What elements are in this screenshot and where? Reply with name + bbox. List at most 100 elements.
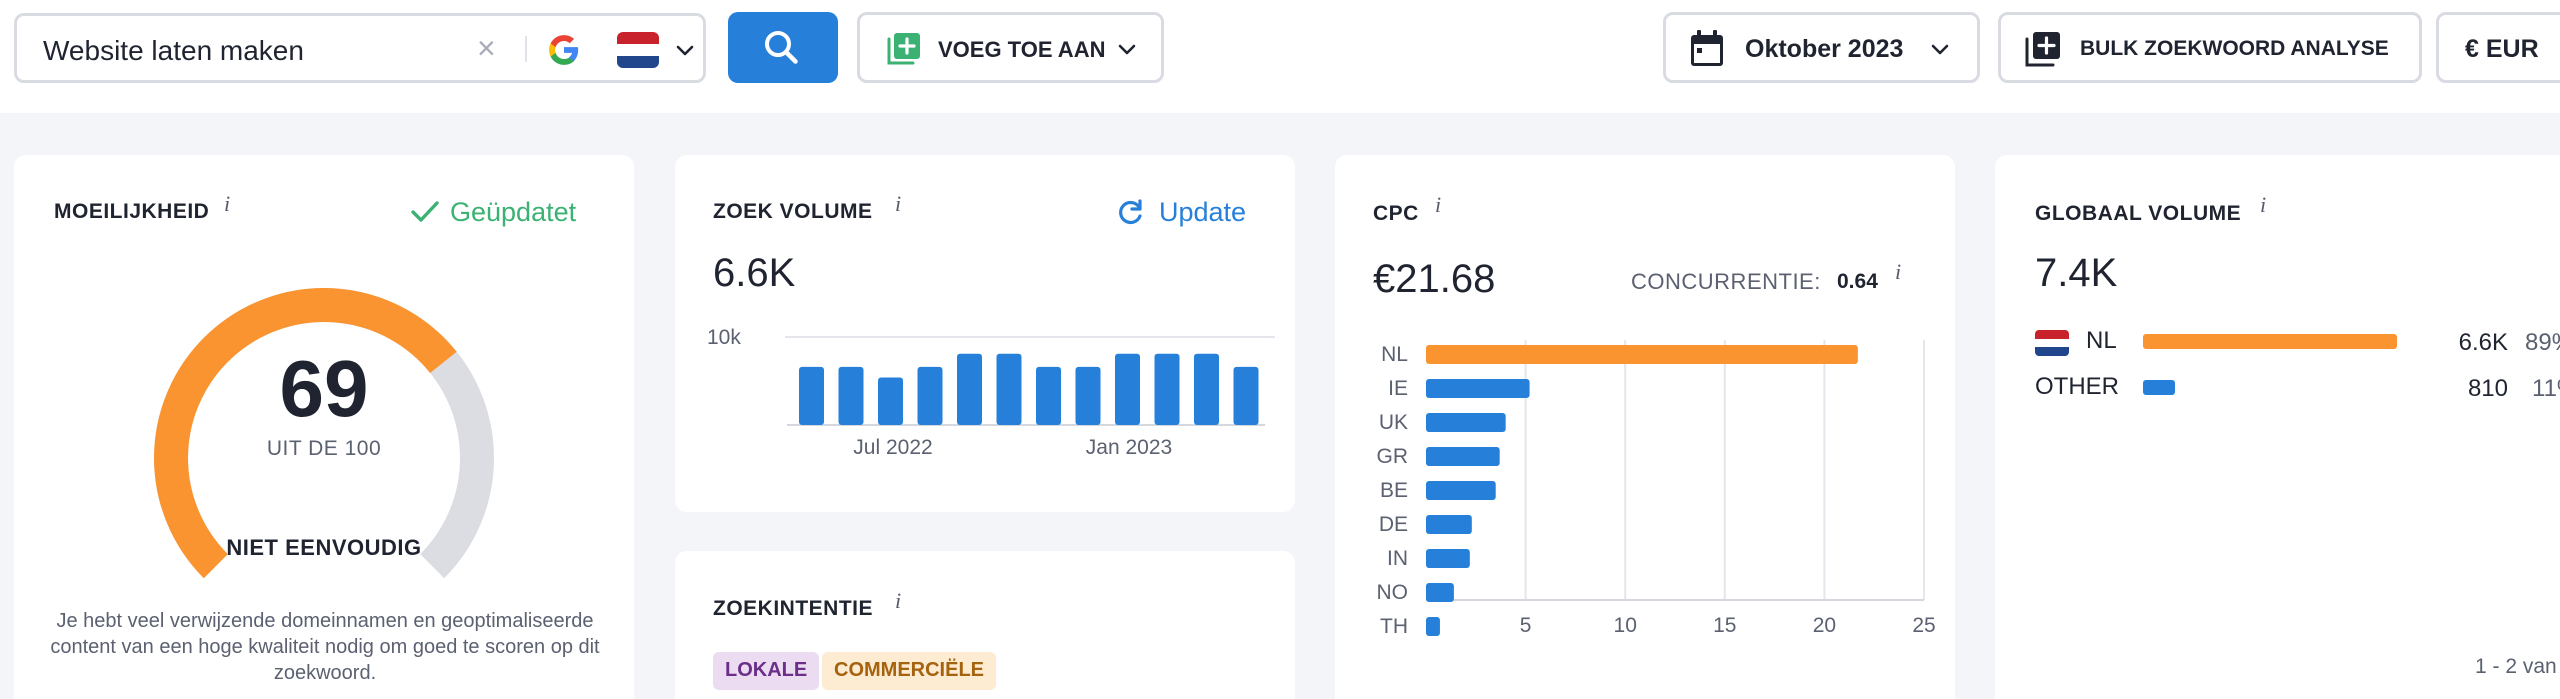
date-selector-button[interactable]: Oktober 2023 — [1663, 12, 1980, 83]
x-tick-label: 20 — [1813, 614, 1836, 637]
info-icon[interactable]: i — [1895, 259, 1901, 285]
y-tick-label: NL — [1381, 343, 1408, 366]
global-volume-bar — [2143, 334, 2397, 349]
search-volume-bar[interactable] — [1115, 353, 1140, 425]
difficulty-rating: NIET EENVOUDIG — [226, 535, 422, 560]
search-volume-bar[interactable] — [1233, 366, 1259, 425]
cpc-card: CPC i €21.68 CONCURRENTIE: 0.64 i NL IE UK… — [1335, 155, 1955, 699]
intent-badge-commercial: COMMERCIËLE — [822, 652, 996, 690]
info-icon[interactable]: i — [2260, 192, 2266, 218]
cpc-bar[interactable] — [1426, 583, 1454, 602]
y-tick-label: NO — [1377, 581, 1409, 604]
cpc-bar[interactable] — [1426, 413, 1506, 432]
global-volume-card: GLOBAAL VOLUME i 7.4K NL 6.6K 89% OTHER … — [1995, 155, 2560, 699]
search-volume-bar[interactable] — [838, 366, 864, 425]
netherlands-flag-icon — [2035, 330, 2069, 356]
add-box-icon — [887, 33, 920, 65]
update-link[interactable]: Update — [1159, 197, 1246, 228]
keyword-search-input[interactable]: Website laten maken — [43, 35, 304, 67]
search-volume-title: ZOEK VOLUME — [713, 200, 873, 223]
y-tick-label: TH — [1380, 615, 1408, 638]
info-icon[interactable]: i — [1435, 192, 1441, 218]
bulk-keyword-analysis-label: BULK ZOEKWOORD ANALYSE — [2080, 37, 2389, 60]
search-volume-bar[interactable] — [1036, 366, 1061, 425]
search-volume-bar[interactable] — [1075, 366, 1101, 425]
cpc-bar[interactable] — [1426, 379, 1530, 398]
cpc-country-chart: NL IE UK GR BE DE IN NO TH 5 10 15 20 25 — [1377, 340, 1936, 638]
search-volume-bar[interactable] — [917, 366, 943, 425]
country-label: NL — [2086, 327, 2117, 354]
search-volume-bar[interactable] — [957, 353, 982, 425]
difficulty-score: 69 — [279, 344, 369, 433]
y-tick-label: IE — [1388, 377, 1408, 400]
x-tick-label: Jul 2022 — [853, 436, 932, 457]
info-icon[interactable]: i — [224, 191, 230, 217]
add-to-list-label: VOEG TOE AAN — [938, 37, 1106, 62]
cpc-bar[interactable] — [1426, 549, 1470, 568]
search-volume-bar[interactable] — [996, 353, 1022, 425]
cpc-bar[interactable] — [1426, 345, 1858, 364]
updated-status: Geüpdatet — [450, 197, 577, 227]
pagination-label: 1 - 2 van — [2475, 655, 2557, 678]
country-label: OTHER — [2035, 373, 2119, 400]
cpc-value: €21.68 — [1373, 257, 1496, 301]
y-tick-label: 10k — [707, 326, 741, 349]
cpc-bar[interactable] — [1426, 447, 1500, 466]
search-volume-bar[interactable] — [799, 366, 824, 425]
difficulty-description: Je hebt veel verwijzende domeinnamen en … — [50, 610, 600, 684]
cpc-bar[interactable] — [1426, 515, 1472, 534]
difficulty-title: MOEILIJKHEID — [54, 200, 210, 223]
info-icon[interactable]: i — [895, 191, 901, 217]
search-button[interactable] — [728, 12, 838, 83]
country-share: 89% — [2525, 329, 2560, 356]
search-volume-card: ZOEK VOLUME i Update 6.6K 10k Jul 2022 J… — [675, 155, 1295, 512]
add-to-list-button[interactable]: VOEG TOE AAN — [857, 12, 1164, 83]
intent-badge-local: LOKALE — [713, 652, 820, 690]
chevron-down-icon — [1931, 44, 1949, 55]
chevron-down-icon[interactable] — [673, 38, 697, 62]
search-volume-value: 6.6K — [713, 251, 796, 295]
currency-label: € EUR — [2465, 35, 2539, 63]
top-bar: Website laten maken × VOEG TOE AAN Oktob… — [0, 0, 2560, 113]
global-volume-value: 7.4K — [2035, 251, 2118, 295]
y-tick-label: UK — [1379, 411, 1408, 434]
add-box-icon — [2025, 32, 2060, 67]
cpc-bar[interactable] — [1426, 617, 1440, 636]
y-tick-label: BE — [1380, 479, 1408, 502]
search-volume-bar[interactable] — [1194, 353, 1219, 425]
refresh-icon[interactable] — [1115, 198, 1145, 228]
divider — [525, 36, 527, 62]
search-volume-bar[interactable] — [878, 377, 903, 425]
cpc-title: CPC — [1373, 202, 1419, 225]
global-volume-title: GLOBAAL VOLUME — [2035, 202, 2242, 225]
date-label: Oktober 2023 — [1745, 35, 1904, 63]
check-icon — [411, 201, 439, 222]
currency-selector-button[interactable]: € EUR — [2436, 12, 2560, 83]
google-icon[interactable] — [547, 33, 581, 67]
x-tick-label: Jan 2023 — [1086, 436, 1172, 457]
clear-icon[interactable]: × — [477, 31, 496, 65]
chevron-down-icon — [1118, 44, 1136, 55]
netherlands-flag-icon[interactable] — [617, 32, 659, 68]
search-icon — [765, 31, 798, 64]
calendar-icon — [1691, 30, 1723, 66]
competition-label: CONCURRENTIE: — [1631, 269, 1821, 294]
y-tick-label: GR — [1377, 445, 1409, 468]
global-volume-bar — [2143, 380, 2175, 395]
search-intent-title: ZOEKINTENTIE — [713, 597, 874, 620]
y-tick-label: IN — [1387, 547, 1408, 570]
search-volume-chart: 10k Jul 2022 Jan 2023 — [707, 326, 1275, 457]
x-tick-label: 10 — [1614, 614, 1637, 637]
keyword-search-box[interactable]: Website laten maken × — [14, 13, 706, 83]
x-tick-label: 5 — [1520, 614, 1532, 637]
difficulty-max-label: UIT DE 100 — [266, 437, 382, 460]
competition-value: 0.64 — [1837, 270, 1878, 293]
bulk-keyword-analysis-button[interactable]: BULK ZOEKWOORD ANALYSE — [1998, 12, 2422, 83]
country-volume: 810 — [2467, 375, 2508, 402]
cpc-bar[interactable] — [1426, 481, 1496, 500]
y-tick-label: DE — [1379, 513, 1408, 536]
x-tick-label: 15 — [1713, 614, 1736, 637]
info-icon[interactable]: i — [895, 588, 901, 614]
country-share: 11% — [2532, 375, 2560, 402]
search-volume-bar[interactable] — [1154, 353, 1180, 425]
